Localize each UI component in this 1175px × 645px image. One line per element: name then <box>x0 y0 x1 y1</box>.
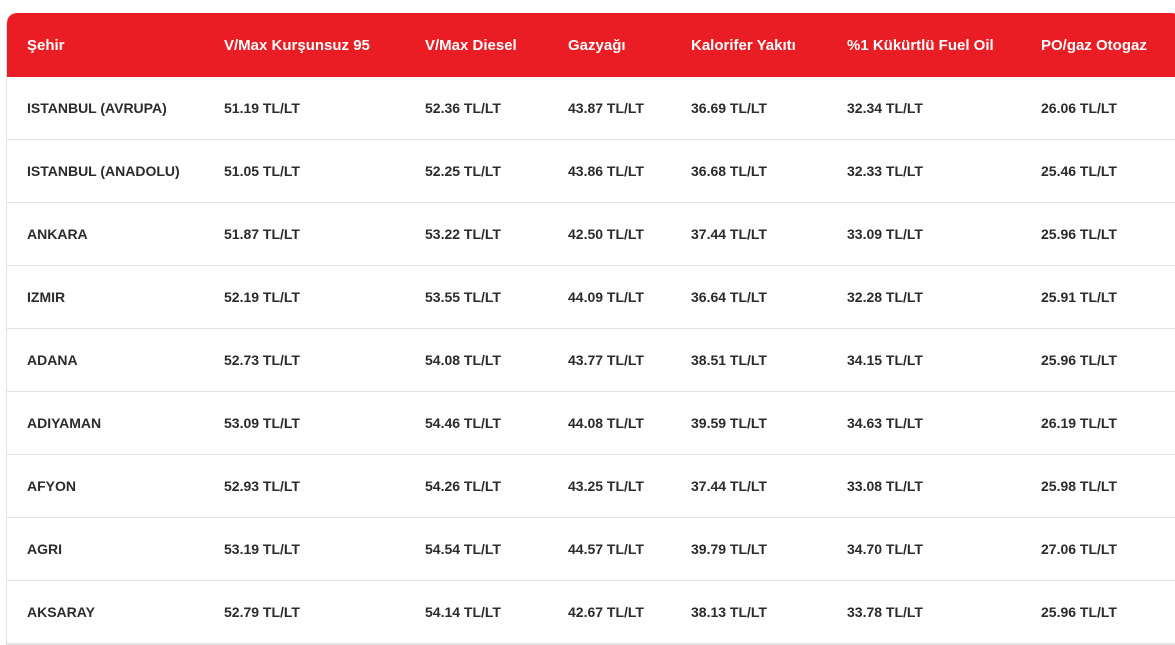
autogas-cell: 26.06 TL/LT <box>1041 100 1117 116</box>
kerosene-cell: 44.09 TL/LT <box>568 289 644 305</box>
table-body: ISTANBUL (AVRUPA) 51.19 TL/LT 52.36 TL/LT 4… <box>7 77 1175 644</box>
column-header-fuel-oil[interactable]: %1 Kükürtlü Fuel Oil <box>827 37 1021 54</box>
column-header-city[interactable]: Şehir <box>7 37 204 54</box>
kerosene-cell: 43.77 TL/LT <box>568 352 644 368</box>
city-cell: AFYON <box>27 478 76 494</box>
vmax-diesel-cell: 54.54 TL/LT <box>425 541 501 557</box>
fuel-oil-cell: 33.09 TL/LT <box>847 226 923 242</box>
vmax-unleaded-95-cell: 52.19 TL/LT <box>224 289 300 305</box>
kerosene-cell: 44.57 TL/LT <box>568 541 644 557</box>
heating-fuel-cell: 36.68 TL/LT <box>691 163 767 179</box>
fuel-price-table: Şehir V/Max Kurşunsuz 95 V/Max Diesel Ga… <box>6 13 1175 645</box>
heating-fuel-cell: 36.69 TL/LT <box>691 100 767 116</box>
table-row: AGRI 53.19 TL/LT 54.54 TL/LT 44.57 TL/LT 39.… <box>7 518 1175 581</box>
vmax-diesel-cell: 52.25 TL/LT <box>425 163 501 179</box>
vmax-unleaded-95-cell: 51.19 TL/LT <box>224 100 300 116</box>
kerosene-cell: 42.50 TL/LT <box>568 226 644 242</box>
vmax-diesel-cell: 54.14 TL/LT <box>425 604 501 620</box>
autogas-cell: 25.46 TL/LT <box>1041 163 1117 179</box>
table-row: ADIYAMAN 53.09 TL/LT 54.46 TL/LT 44.08 TL/L… <box>7 392 1175 455</box>
table-row: AKSARAY 52.79 TL/LT 54.14 TL/LT 42.67 TL/LT… <box>7 581 1175 644</box>
fuel-oil-cell: 34.63 TL/LT <box>847 415 923 431</box>
table-row: IZMIR 52.19 TL/LT 53.55 TL/LT 44.09 TL/LT 36… <box>7 266 1175 329</box>
autogas-cell: 25.96 TL/LT <box>1041 352 1117 368</box>
vmax-diesel-cell: 54.08 TL/LT <box>425 352 501 368</box>
column-header-heating-fuel[interactable]: Kalorifer Yakıtı <box>671 37 827 54</box>
vmax-diesel-cell: 54.46 TL/LT <box>425 415 501 431</box>
city-cell: ADANA <box>27 352 78 368</box>
city-cell: ISTANBUL (ANADOLU) <box>27 163 180 179</box>
city-cell: ADIYAMAN <box>27 415 102 431</box>
vmax-unleaded-95-cell: 52.73 TL/LT <box>224 352 300 368</box>
kerosene-cell: 42.67 TL/LT <box>568 604 644 620</box>
vmax-diesel-cell: 53.55 TL/LT <box>425 289 501 305</box>
heating-fuel-cell: 39.59 TL/LT <box>691 415 767 431</box>
fuel-oil-cell: 32.28 TL/LT <box>847 289 923 305</box>
heating-fuel-cell: 37.44 TL/LT <box>691 226 767 242</box>
autogas-cell: 25.91 TL/LT <box>1041 289 1117 305</box>
city-cell: AGRI <box>27 541 62 557</box>
kerosene-cell: 43.87 TL/LT <box>568 100 644 116</box>
fuel-oil-cell: 34.15 TL/LT <box>847 352 923 368</box>
kerosene-cell: 43.86 TL/LT <box>568 163 644 179</box>
fuel-oil-cell: 32.33 TL/LT <box>847 163 923 179</box>
heating-fuel-cell: 37.44 TL/LT <box>691 478 767 494</box>
column-header-autogas[interactable]: PO/gaz Otogaz <box>1021 37 1175 54</box>
kerosene-cell: 44.08 TL/LT <box>568 415 644 431</box>
table-row: AFYON 52.93 TL/LT 54.26 TL/LT 43.25 TL/LT 37… <box>7 455 1175 518</box>
vmax-unleaded-95-cell: 52.93 TL/LT <box>224 478 300 494</box>
heating-fuel-cell: 39.79 TL/LT <box>691 541 767 557</box>
vmax-unleaded-95-cell: 53.09 TL/LT <box>224 415 300 431</box>
vmax-diesel-cell: 53.22 TL/LT <box>425 226 501 242</box>
column-header-kerosene[interactable]: Gazyağı <box>548 37 671 54</box>
autogas-cell: 27.06 TL/LT <box>1041 541 1117 557</box>
vmax-unleaded-95-cell: 51.87 TL/LT <box>224 226 300 242</box>
autogas-cell: 25.96 TL/LT <box>1041 604 1117 620</box>
fuel-oil-cell: 33.78 TL/LT <box>847 604 923 620</box>
table-row: ANKARA 51.87 TL/LT 53.22 TL/LT 42.50 TL/LT 3… <box>7 203 1175 266</box>
heating-fuel-cell: 38.13 TL/LT <box>691 604 767 620</box>
heating-fuel-cell: 36.64 TL/LT <box>691 289 767 305</box>
table-row: ISTANBUL (AVRUPA) 51.19 TL/LT 52.36 TL/LT 4… <box>7 77 1175 140</box>
autogas-cell: 25.98 TL/LT <box>1041 478 1117 494</box>
city-cell: AKSARAY <box>27 604 95 620</box>
autogas-cell: 25.96 TL/LT <box>1041 226 1117 242</box>
table-header-row: Şehir V/Max Kurşunsuz 95 V/Max Diesel Ga… <box>7 13 1175 77</box>
city-cell: ANKARA <box>27 226 88 242</box>
autogas-cell: 26.19 TL/LT <box>1041 415 1117 431</box>
table-row: ISTANBUL (ANADOLU) 51.05 TL/LT 52.25 TL/LT… <box>7 140 1175 203</box>
fuel-oil-cell: 32.34 TL/LT <box>847 100 923 116</box>
vmax-diesel-cell: 54.26 TL/LT <box>425 478 501 494</box>
heating-fuel-cell: 38.51 TL/LT <box>691 352 767 368</box>
fuel-oil-cell: 33.08 TL/LT <box>847 478 923 494</box>
column-header-vmax-diesel[interactable]: V/Max Diesel <box>405 37 548 54</box>
vmax-unleaded-95-cell: 51.05 TL/LT <box>224 163 300 179</box>
table-row: ADANA 52.73 TL/LT 54.08 TL/LT 43.77 TL/LT 38… <box>7 329 1175 392</box>
kerosene-cell: 43.25 TL/LT <box>568 478 644 494</box>
column-header-vmax-unleaded-95[interactable]: V/Max Kurşunsuz 95 <box>204 37 405 54</box>
vmax-diesel-cell: 52.36 TL/LT <box>425 100 501 116</box>
city-cell: IZMIR <box>27 289 66 305</box>
vmax-unleaded-95-cell: 52.79 TL/LT <box>224 604 300 620</box>
city-cell: ISTANBUL (AVRUPA) <box>27 100 167 116</box>
vmax-unleaded-95-cell: 53.19 TL/LT <box>224 541 300 557</box>
fuel-oil-cell: 34.70 TL/LT <box>847 541 923 557</box>
